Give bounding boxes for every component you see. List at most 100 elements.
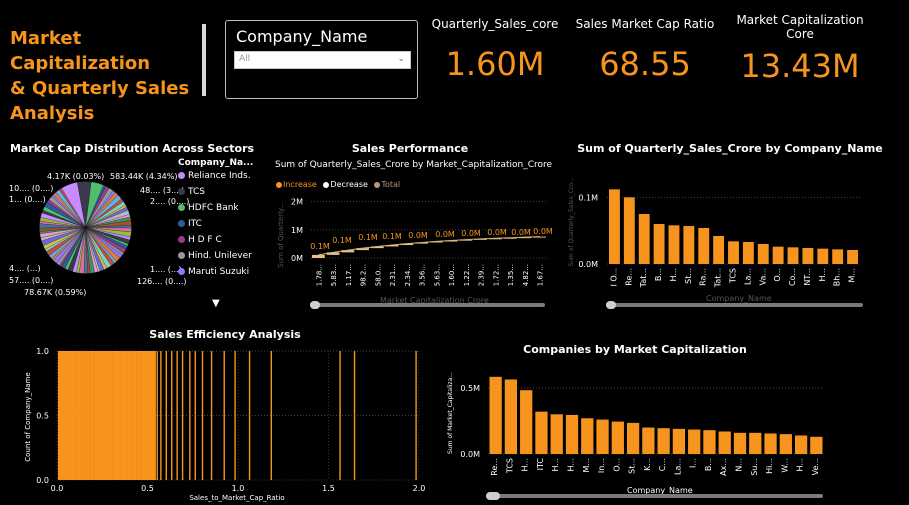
efficiency-chart[interactable]: 1.0 0.5 0.00.0 0.5 1.0 1.5 2.0 Count of Company… (22, 342, 432, 505)
histogram-bar (133, 351, 135, 480)
legend-label: Reliance Inds. (188, 171, 251, 181)
kpi-value: 1.60M (445, 45, 545, 83)
x-tick-label: H... (669, 268, 678, 282)
histogram-bar (339, 351, 341, 480)
legend-more-chevron-icon[interactable]: ▼ (212, 298, 220, 309)
sales-bar (757, 244, 769, 264)
sales-bar (653, 224, 665, 264)
x-tick-label: H... (521, 458, 530, 472)
legend-item[interactable]: HDFC Bank (178, 203, 258, 213)
kpi-title: Market Capitalization Core (736, 13, 864, 41)
x-tick-label: 1.17... (345, 264, 353, 286)
mcap-bar-scrollbar[interactable] (486, 492, 823, 500)
legend-item[interactable]: TCS (178, 187, 258, 197)
x-tick-label: 2.0 (413, 484, 426, 493)
dashboard-title: Market Capitalization & Quarterly Sales … (10, 26, 210, 126)
data-label: 0.1M (358, 233, 378, 242)
x-tick-label: 5.83... (330, 264, 338, 286)
legend-label: HDFC Bank (188, 203, 239, 213)
company-dropdown[interactable]: All ⌄ (234, 51, 411, 69)
data-label: 0.0M (435, 230, 455, 239)
legend-swatch (178, 252, 185, 259)
dashboard-title-line-3: Analysis (10, 103, 95, 124)
x-axis-label: Sales_to_Market_Cap_Ratio (189, 494, 284, 502)
chevron-down-icon: ⌄ (397, 54, 405, 64)
data-label: 0.0M (461, 229, 481, 238)
mcap-bar (672, 428, 686, 454)
legend-item[interactable]: Hind. Unilever (178, 251, 258, 261)
waterfall-chart[interactable]: 2M 1M 0M Sum of Quarterly... 1.78... 5.83... 1… (275, 190, 555, 298)
waterfall-scrollbar[interactable] (310, 301, 545, 309)
mcap-bar (657, 428, 670, 454)
y-tick-label: 0.0 (36, 476, 49, 485)
histogram-bar (181, 351, 184, 480)
histogram-bar (415, 351, 417, 480)
legend-item[interactable]: ITC (178, 219, 258, 229)
sales-bar-title: Sum of Quarterly_Sales_Crore by Company_… (577, 142, 883, 155)
sales-bar (832, 249, 844, 264)
legend-item[interactable]: Maruti Suzuki (178, 267, 258, 277)
y-axis-label: Sum of Quarterly_Sales_Cro... (568, 177, 575, 266)
histogram-bar (85, 351, 88, 480)
sales-bar (728, 241, 739, 264)
sales-bar-plot: 0.1M 0.0MSum of Quarterly_Sales_Cro... I O… (568, 177, 860, 288)
x-tick-label: In... (597, 458, 606, 473)
histogram-bar (145, 351, 148, 480)
mcap-bar (626, 422, 640, 454)
sales-bar-scrollbar[interactable] (606, 301, 863, 309)
legend-label: Decrease (330, 180, 368, 189)
pie-title: Market Cap Distribution Across Sectors (10, 142, 255, 155)
legend-item[interactable]: Reliance Inds. (178, 171, 258, 181)
histogram-bar (82, 351, 84, 480)
histogram-bar (122, 351, 124, 480)
x-tick-label: N... (735, 458, 744, 472)
sales-bar-chart[interactable]: 0.1M 0.0MSum of Quarterly_Sales_Cro... I O… (565, 160, 865, 300)
scrollbar-thumb[interactable] (606, 301, 616, 309)
x-tick-label: H... (567, 458, 576, 472)
legend-items: Reliance Inds. TCS HDFC Bank ITC H D F C Hind… (178, 171, 258, 277)
y-tick-label: 0.1M (578, 193, 598, 202)
legend-label: ITC (188, 219, 202, 229)
x-tick-label: 0.5 (141, 484, 154, 493)
x-tick-label: St... (684, 268, 693, 284)
x-tick-label: TCS (729, 268, 738, 284)
histogram-bar (194, 351, 196, 480)
histogram-bar (138, 351, 140, 480)
x-tick-label: Su... (750, 458, 759, 476)
x-tick-label: ITC (536, 458, 545, 471)
histogram-bar (189, 351, 191, 480)
legend-swatch (178, 172, 185, 179)
sales-bar (817, 248, 829, 264)
scrollbar-thumb[interactable] (486, 492, 500, 500)
legend-item[interactable]: H D F C (178, 235, 258, 245)
scrollbar-thumb[interactable] (310, 301, 320, 309)
histogram-bar (89, 351, 91, 480)
histogram-bar (270, 351, 272, 480)
mcap-bar (749, 432, 762, 454)
histogram-bar (116, 351, 119, 480)
mcap-bar (520, 390, 533, 454)
x-tick-label: Bh... (833, 268, 842, 286)
x-tick-label: B... (704, 458, 713, 471)
x-tick-label: O... (773, 268, 782, 282)
mcap-bar-plot: 0.5M 0.0M Sum of Market_Capitaliza... Re...… (447, 372, 824, 476)
sales-bar (638, 214, 650, 264)
legend-item: Increase (276, 180, 317, 189)
kpi-value: 68.55 (599, 45, 691, 83)
y-tick-label: 1M (291, 226, 303, 235)
pie-data-label: 1... (0....) (9, 195, 46, 204)
mcap-bar (733, 432, 747, 454)
histogram-bar (69, 351, 72, 480)
x-tick-label: Ra... (699, 268, 708, 286)
y-axis-label: Sum of Quarterly... (277, 202, 285, 268)
efficiency-title: Sales Efficiency Analysis (149, 328, 301, 341)
x-tick-label: O... (612, 458, 621, 472)
histogram-bar (125, 351, 128, 480)
histogram-bar (171, 351, 173, 480)
kpi-sales-mcap-ratio: Sales Market Cap Ratio 68.55 (575, 17, 715, 83)
pie-data-label: 1.... (...) (150, 265, 182, 274)
legend-item: Total (374, 180, 400, 189)
histogram-bar (98, 351, 101, 480)
mcap-bar-chart[interactable]: 0.5M 0.0M Sum of Market_Capitaliza... Re...… (442, 358, 837, 493)
legend-swatch (178, 268, 185, 275)
